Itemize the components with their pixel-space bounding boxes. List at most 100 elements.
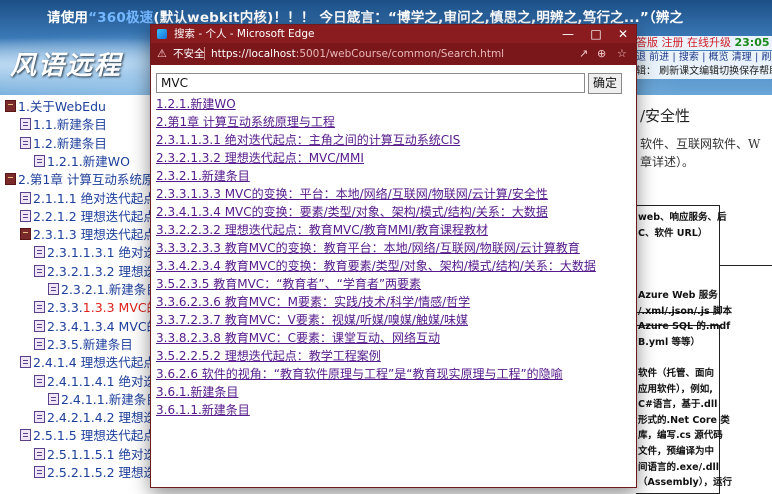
- popup-content: 确定 1.2.1.新建WO2.第1章 计算互动系统原理与工程2.3.1.1.3.…: [151, 65, 636, 487]
- content-diagram: web、响应服务、后 C、软件 URL） Azure Web 服务 /.xml/.js…: [636, 205, 772, 494]
- document-icon: [20, 118, 31, 131]
- edit-links[interactable]: 辑： 刷新课文编辑切换保存帮助: [636, 65, 772, 79]
- search-result-link[interactable]: 3.6.2.6 软件的视角：“教育软件原理与工程”是“教育现实原理与工程”的隐喻: [156, 365, 626, 383]
- tree-item-label: 2.2.1.2 理想迭代起点: [33, 208, 150, 224]
- tree-item[interactable]: 2.4.2.1.4.2 理想迭代: [34, 410, 150, 426]
- status-strip: 答版 注册 在线升级 23:05: [636, 36, 772, 50]
- close-icon[interactable]: ✕: [609, 26, 637, 42]
- confirm-button[interactable]: 确定: [588, 73, 622, 94]
- tree-item[interactable]: 2.3.2.1.新建条目: [48, 282, 150, 298]
- not-secure-label[interactable]: 不安全: [173, 47, 205, 61]
- address-bar[interactable]: ⚠ 不安全 https://localhost:5001/webCourse/c…: [151, 43, 636, 65]
- book-icon: [5, 100, 16, 112]
- content-heading: /安全性: [640, 107, 691, 125]
- tree-item[interactable]: 2.4.1.4 理想迭代起点的: [20, 355, 150, 371]
- clock-time: 23:05: [734, 36, 770, 49]
- diagram-text: 库，编写.cs 源代码: [638, 430, 723, 442]
- tree-item-label: 2.4.1.4 理想迭代起点的: [33, 355, 150, 371]
- course-tree: 1.关于WebEdu 1.1.新建条目 1.2.新建条目 1.2.1.新建WO 2.第1…: [0, 95, 150, 494]
- document-icon: [20, 429, 31, 442]
- status-links[interactable]: 答版 注册 在线升级: [636, 36, 731, 49]
- tree-item[interactable]: 2.3.3.1.3.3 MVC的: [34, 300, 150, 316]
- warning-icon[interactable]: ⚠: [157, 48, 167, 60]
- document-icon: [34, 154, 45, 167]
- search-result-link[interactable]: 2.3.2.1.新建条目: [156, 167, 626, 185]
- tree-item-label: 2.3.2.1.3.2 理想迭代: [47, 263, 150, 279]
- tree-item-label: 2.3.3.: [47, 300, 83, 316]
- search-result-link[interactable]: 3.3.8.2.3.8 教育MVC：C要素：课堂互动、网络互动: [156, 329, 626, 347]
- tree-item-label: 2.第1章 计算互动系统原: [18, 172, 150, 188]
- tree-item[interactable]: 2.3.4.1.3.4 MVC的: [34, 319, 150, 335]
- tree-item[interactable]: 2.3.5.新建条目: [34, 337, 133, 353]
- nav-links[interactable]: 退 前进 | 搜索 | 概览 清理 | 刷新: [636, 51, 772, 65]
- book-icon: [5, 173, 16, 186]
- document-icon: [34, 411, 45, 424]
- tree-item[interactable]: 2.3.2.1.3.2 理想迭代: [34, 264, 150, 280]
- zoom-icon[interactable]: ⊕: [597, 47, 606, 61]
- search-result-link[interactable]: 3.3.2.2.3.2 理想迭代起点：教育MVC/教育MMI/教育课程教材: [156, 221, 626, 239]
- url-text[interactable]: https://localhost:5001/webCourse/common/…: [211, 47, 504, 61]
- document-icon: [34, 301, 45, 314]
- tree-item[interactable]: 1.2.1.新建WO: [34, 154, 130, 170]
- diagram-text: C、软件 URL）: [638, 227, 708, 239]
- search-result-link[interactable]: 3.6.1.1.新建条目: [156, 401, 626, 419]
- tree-item[interactable]: 2.4.1.1.新建条目: [48, 392, 150, 408]
- search-result-link[interactable]: 3.3.6.2.3.6 教育MVC：M要素：实践/技术/科学/情感/哲学: [156, 293, 626, 311]
- search-result-link[interactable]: 2.3.3.1.3.3 MVC的变换：平台：本地/网络/互联网/物联网/云计算/…: [156, 185, 626, 203]
- diagram-text: 间语言的.exe/.dll: [638, 461, 720, 473]
- tree-item-label: 2.3.4.1.3.4 MVC的: [47, 318, 150, 334]
- search-result-link[interactable]: 3.3.4.2.3.4 教育MVC的变换：教育要素/类型/对象、架构/模式/结构…: [156, 257, 626, 275]
- tree-item[interactable]: 2.5.1.5 理想迭代起点的: [20, 428, 150, 444]
- content-text-line: 软件、互联网软件、W: [640, 137, 761, 151]
- tree-item[interactable]: 2.3.1.3 理想迭代起点: [20, 227, 150, 243]
- tree-item[interactable]: 2.第1章 计算互动系统原: [5, 172, 150, 188]
- search-input[interactable]: [156, 73, 585, 93]
- tree-item-label: 2.5.1.1.5.1 绝对迭代: [47, 446, 150, 462]
- tree-item[interactable]: 2.1.1.1 绝对迭代起点: [20, 191, 150, 207]
- tree-item-label: 1.关于WebEdu: [18, 99, 106, 114]
- search-popup-window: 搜索 - 个人 - Microsoft Edge — □ ✕ ⚠ 不安全 htt…: [150, 24, 637, 488]
- tree-item[interactable]: 2.2.1.2 理想迭代起点: [20, 209, 150, 225]
- tree-item[interactable]: 1.1.新建条目: [20, 117, 107, 133]
- diagram-text: 文件，预编译为中: [638, 446, 715, 457]
- open-in-app-icon[interactable]: ↗: [579, 47, 588, 61]
- minimize-icon[interactable]: —: [554, 26, 582, 42]
- tree-item[interactable]: 2.3.1.1.3.1 绝对迭代: [34, 245, 150, 261]
- window-titlebar[interactable]: 搜索 - 个人 - Microsoft Edge — □ ✕: [151, 25, 636, 43]
- diagram-text: B.yml 等等）: [638, 336, 701, 348]
- search-result-link[interactable]: 3.5.2.3.5 教育MVC：“教育者”、“学育者”两要素: [156, 275, 626, 293]
- document-icon: [48, 392, 59, 405]
- document-icon: [34, 264, 45, 277]
- document-icon: [34, 337, 45, 350]
- tree-item[interactable]: 1.关于WebEdu: [5, 99, 106, 115]
- tree-item-label: 2.4.2.1.4.2 理想迭代: [47, 410, 150, 426]
- tree-item-label: 2.5.1.5 理想迭代起点的: [33, 428, 150, 444]
- document-icon: [48, 283, 59, 295]
- favorite-icon[interactable]: ☆: [617, 47, 627, 61]
- search-result-link[interactable]: 2.第1章 计算互动系统原理与工程: [156, 113, 626, 131]
- search-result-link[interactable]: 3.6.1.新建条目: [156, 383, 626, 401]
- document-icon: [34, 374, 45, 387]
- search-result-link[interactable]: 3.3.7.2.3.7 教育MVC：V要素：视媒/听媒/嗅媒/触媒/味媒: [156, 311, 626, 329]
- search-result-link[interactable]: 2.3.4.1.3.4 MVC的变换：要素/类型/对象、架构/模式/结构/关系：…: [156, 203, 626, 221]
- tree-item-label: 2.1.1.1 绝对迭代起点: [33, 190, 150, 206]
- diagram-text: 软件（托管、面向: [638, 368, 715, 379]
- banner-motto: 请使用“360极速(默认webkit内核)！！！ 今日箴言：“博学之,审问之,慎…: [47, 10, 684, 26]
- search-result-link[interactable]: 1.2.1.新建WO: [156, 95, 626, 113]
- tree-item-label: 1.2.新建条目: [33, 135, 107, 151]
- tree-item[interactable]: 1.2.新建条目: [20, 136, 107, 152]
- search-result-link[interactable]: 2.3.1.1.3.1 绝对迭代起点：主角之间的计算互动系统CIS: [156, 131, 626, 149]
- search-result-link[interactable]: 2.3.2.1.3.2 理想迭代起点：MVC/MMI: [156, 149, 626, 167]
- document-icon: [34, 319, 45, 332]
- tree-item[interactable]: 2.4.1.1.4.1 绝对迭代: [34, 374, 150, 390]
- edge-app-icon: [157, 29, 167, 39]
- document-icon: [20, 191, 31, 204]
- search-result-link[interactable]: 3.5.2.2.5.2 理想迭代起点：教学工程案例: [156, 347, 626, 365]
- tree-item-label: 1.1.新建条目: [33, 117, 107, 133]
- tree-item[interactable]: 2.5.2.1.5.2 理想迭代: [34, 465, 150, 481]
- tree-item[interactable]: 2.5.1.1.5.1 绝对迭代: [34, 447, 150, 463]
- tree-item-label: 2.3.1.3 理想迭代起点: [33, 227, 150, 243]
- site-logo: 风语远程: [10, 51, 123, 81]
- search-result-link[interactable]: 3.3.3.2.3.3 教育MVC的变换：教育平台：本地/网络/互联网/物联网/…: [156, 239, 626, 257]
- maximize-icon[interactable]: □: [582, 26, 610, 42]
